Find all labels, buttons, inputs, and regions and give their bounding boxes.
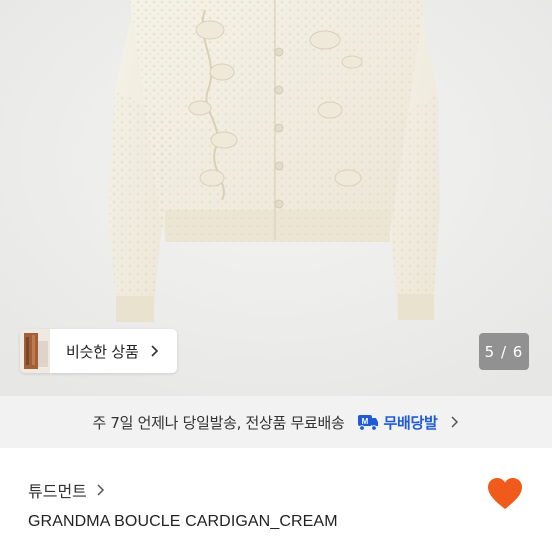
image-page-indicator: 5 / 6 [479, 333, 529, 370]
product-image-gallery[interactable]: 비슷한 상품 5 / 6 [0, 0, 552, 396]
chevron-right-icon [451, 416, 458, 428]
svg-text:M: M [361, 417, 368, 426]
heart-icon[interactable] [487, 477, 523, 511]
product-title: GRANDMA BOUCLE CARDIGAN_CREAM [28, 513, 338, 530]
similar-product-thumbnail [20, 329, 50, 373]
shop-name: 튜드먼트 [28, 482, 87, 501]
free-delivery-badge-label: 무배당발 [383, 413, 438, 432]
delivery-banner[interactable]: 주 7일 언제나 당일발송, 전상품 무료배송 M 무배당발 [0, 396, 552, 448]
similar-products-button[interactable]: 비슷한 상품 [20, 329, 177, 373]
similar-products-label: 비슷한 상품 [66, 342, 139, 361]
delivery-truck-icon: M [357, 415, 378, 431]
product-detail-screen: 비슷한 상품 5 / 6 주 7일 언제나 당일발송, 전상품 무료배송 M 무… [0, 0, 552, 552]
chevron-right-icon [97, 484, 104, 496]
delivery-banner-text: 주 7일 언제나 당일발송, 전상품 무료배송 [92, 413, 345, 432]
free-delivery-badge: M 무배당발 [357, 412, 438, 433]
shop-link[interactable]: 튜드먼트 [28, 478, 105, 502]
chevron-right-icon [151, 345, 158, 357]
